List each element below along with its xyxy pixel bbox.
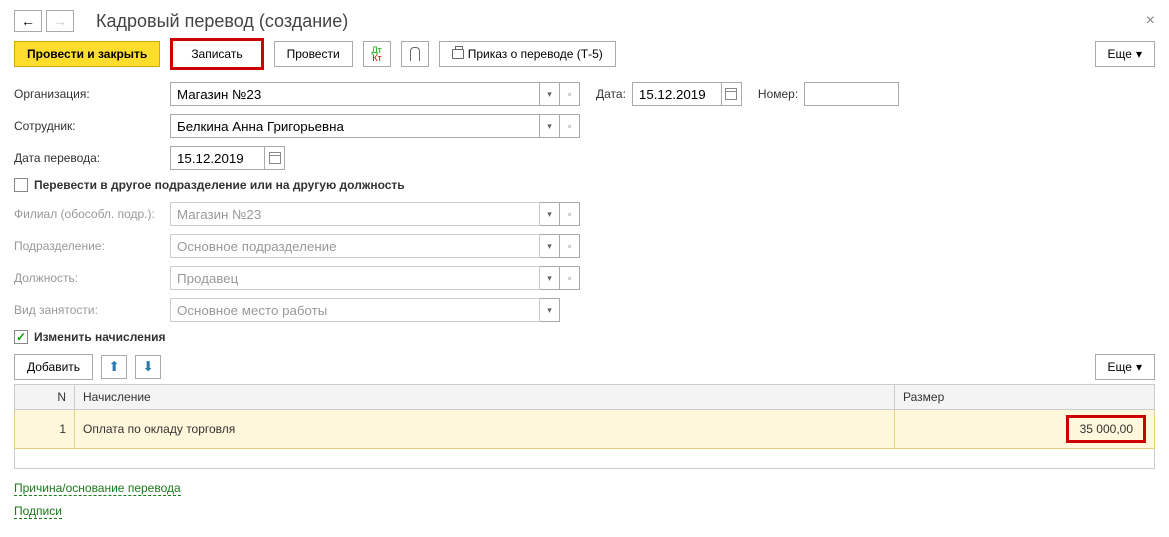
org-label: Организация: xyxy=(14,87,164,101)
cell-accrual[interactable]: Оплата по окладу торговля xyxy=(75,410,895,449)
date-calendar-button[interactable] xyxy=(722,82,742,106)
position-open-button: ▫ xyxy=(560,266,580,290)
employment-label: Вид занятости: xyxy=(14,303,164,317)
col-size-header[interactable]: Размер xyxy=(895,385,1155,410)
printer-icon xyxy=(452,49,464,59)
close-icon[interactable]: × xyxy=(1146,12,1155,30)
clip-icon xyxy=(410,47,420,61)
transfer-checkbox-label: Перевести в другое подразделение или на … xyxy=(34,178,405,192)
add-button[interactable]: Добавить xyxy=(14,354,93,380)
transfer-checkbox[interactable] xyxy=(14,178,28,192)
employment-input xyxy=(170,298,540,322)
branch-input xyxy=(170,202,540,226)
table-more-button[interactable]: Еще ▾ xyxy=(1095,354,1155,380)
transfer-date-calendar-button[interactable] xyxy=(265,146,285,170)
transfer-date-label: Дата перевода: xyxy=(14,151,164,165)
print-order-button[interactable]: Приказ о переводе (Т-5) xyxy=(439,41,616,67)
page-title: Кадровый перевод (создание) xyxy=(96,11,1142,32)
table-row[interactable]: 1 Оплата по окладу торговля 35 000,00 xyxy=(15,410,1155,449)
signatures-link[interactable]: Подписи xyxy=(14,504,62,519)
division-open-button: ▫ xyxy=(560,234,580,258)
number-label: Номер: xyxy=(758,87,798,101)
employee-dropdown-button[interactable]: ▾ xyxy=(540,114,560,138)
chevron-down-icon: ▾ xyxy=(1136,47,1142,61)
branch-open-button: ▫ xyxy=(560,202,580,226)
date-label: Дата: xyxy=(596,87,626,101)
col-accrual-header[interactable]: Начисление xyxy=(75,385,895,410)
number-input[interactable] xyxy=(804,82,899,106)
accruals-table[interactable]: N Начисление Размер 1 Оплата по окладу т… xyxy=(14,384,1155,449)
submit-close-button[interactable]: Провести и закрыть xyxy=(14,41,160,67)
change-accruals-checkbox[interactable]: ✓ xyxy=(14,330,28,344)
move-down-button[interactable]: ⬇ xyxy=(135,355,161,379)
nav-back-button[interactable]: ← xyxy=(14,10,42,32)
org-dropdown-button[interactable]: ▾ xyxy=(540,82,560,106)
branch-dropdown-button: ▾ xyxy=(540,202,560,226)
division-input xyxy=(170,234,540,258)
org-input[interactable] xyxy=(170,82,540,106)
dtkt-icon: ДтКт xyxy=(372,46,382,62)
change-accruals-label: Изменить начисления xyxy=(34,330,165,344)
transfer-date-input[interactable] xyxy=(170,146,265,170)
submit-button[interactable]: Провести xyxy=(274,41,353,67)
employee-open-button[interactable]: ▫ xyxy=(560,114,580,138)
calendar-icon xyxy=(725,88,737,100)
chevron-down-icon: ▾ xyxy=(1136,360,1142,374)
attach-button[interactable] xyxy=(401,41,429,67)
save-button[interactable]: Записать xyxy=(170,38,263,70)
table-footer xyxy=(14,449,1155,469)
division-dropdown-button: ▾ xyxy=(540,234,560,258)
branch-label: Филиал (обособл. подр.): xyxy=(14,207,164,221)
employee-label: Сотрудник: xyxy=(14,119,164,133)
col-n-header[interactable]: N xyxy=(15,385,75,410)
nav-forward-button[interactable]: → xyxy=(46,10,74,32)
move-up-button[interactable]: ⬆ xyxy=(101,355,127,379)
print-order-label: Приказ о переводе (Т-5) xyxy=(468,47,603,61)
date-input[interactable] xyxy=(632,82,722,106)
calendar-icon xyxy=(269,152,281,164)
more-label: Еще xyxy=(1108,47,1132,61)
dtkt-button[interactable]: ДтКт xyxy=(363,41,391,67)
employee-input[interactable] xyxy=(170,114,540,138)
size-value: 35 000,00 xyxy=(1066,415,1146,443)
cell-size[interactable]: 35 000,00 xyxy=(895,410,1155,449)
reason-link[interactable]: Причина/основание перевода xyxy=(14,481,181,496)
cell-n[interactable]: 1 xyxy=(15,410,75,449)
table-more-label: Еще xyxy=(1108,360,1132,374)
more-button[interactable]: Еще ▾ xyxy=(1095,41,1155,67)
check-icon: ✓ xyxy=(16,330,26,344)
division-label: Подразделение: xyxy=(14,239,164,253)
position-input xyxy=(170,266,540,290)
org-open-button[interactable]: ▫ xyxy=(560,82,580,106)
position-dropdown-button: ▾ xyxy=(540,266,560,290)
position-label: Должность: xyxy=(14,271,164,285)
employment-dropdown-button: ▾ xyxy=(540,298,560,322)
